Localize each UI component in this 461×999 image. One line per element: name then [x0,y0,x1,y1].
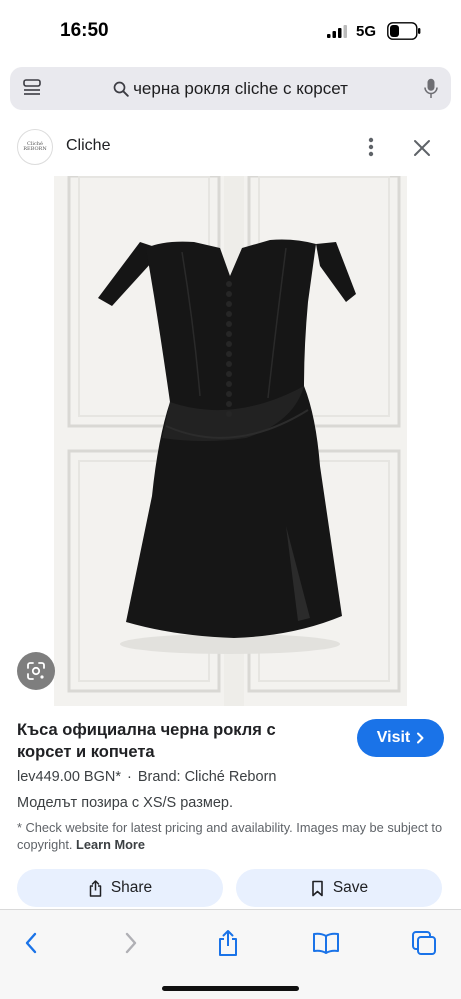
share-button-label: Share [110,879,153,896]
visit-button[interactable]: Visit [357,719,444,757]
source-logo: Cliché REBORN [17,129,53,165]
pages-button[interactable] [409,928,439,958]
forward-button[interactable] [116,928,146,958]
source-name[interactable]: Cliche [66,137,110,155]
back-button[interactable] [16,928,46,958]
product-brand: Brand: Cliché Reborn [137,769,277,785]
search-bar[interactable]: черна рокля cliche с корсет [10,67,451,110]
product-price: lev449.00 BGN* [17,769,121,785]
visit-button-label: Visit [376,729,411,746]
forward-icon [125,932,137,954]
save-button-label: Save [332,879,369,896]
source-header: Cliché REBORN Cliche [0,122,461,174]
battery-icon [387,22,421,40]
share-page-button[interactable] [213,928,243,958]
pages-icon [412,931,436,955]
product-image[interactable] [54,176,407,706]
share-icon [219,930,237,956]
source-logo-text: Cliché REBORN [23,141,47,152]
bookmarks-button[interactable] [311,928,341,958]
home-indicator [162,986,299,991]
save-button[interactable]: Save [236,869,442,907]
product-description: Моделът позира с XS/S размер. [17,795,233,811]
bookmark-icon [312,880,323,896]
product-image-area [0,176,461,706]
chevron-right-icon [417,732,424,744]
share-button[interactable]: Share [17,869,223,907]
close-icon[interactable] [412,138,432,158]
back-icon [25,932,37,954]
mic-icon[interactable] [424,78,438,99]
share-icon [89,879,102,897]
network-label: 5G [356,23,377,40]
product-title[interactable]: Къса официална черна рокля с корсет и ко… [17,719,317,763]
signal-icon [327,25,347,38]
learn-more-link[interactable]: Learn More [76,837,145,852]
lens-button[interactable] [17,652,55,690]
search-icon [113,81,129,97]
more-vertical-icon[interactable] [362,134,380,160]
price-separator: · [126,769,132,785]
status-bar: 16:50 5G [0,0,461,62]
status-time: 16:50 [60,20,109,41]
search-query-text: черна рокля cliche с корсет [133,78,348,98]
search-query-field[interactable]: черна рокля cliche с корсет [50,67,411,110]
browser-toolbar [0,909,461,999]
bookmarks-icon [313,932,339,954]
lens-icon [27,662,45,680]
price-line: lev449.00 BGN* · Brand: Cliché Reborn [17,769,276,785]
tabs-icon[interactable] [22,78,42,98]
disclaimer: * Check website for latest pricing and a… [17,819,445,853]
